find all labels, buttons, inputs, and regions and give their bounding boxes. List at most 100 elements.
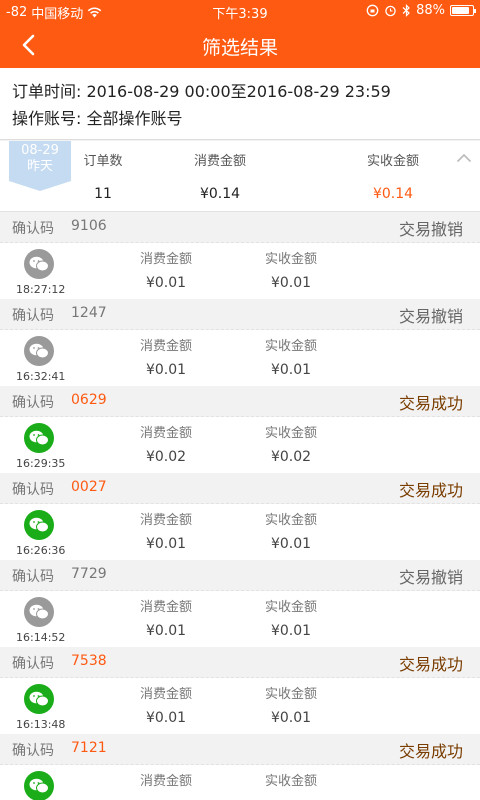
- order-count: 订单数 11: [78, 150, 128, 202]
- wechat-pay-icon: [24, 336, 54, 366]
- confirmation-code: 9106: [71, 218, 107, 234]
- record-header: 确认码 9106 交易撤销: [0, 212, 480, 243]
- spend-value: ¥0.01: [145, 623, 187, 639]
- received-amount: 实收金额: [246, 770, 336, 797]
- code-label: 确认码: [12, 308, 54, 324]
- received-amount: 实收金额 ¥0.01: [246, 248, 336, 291]
- operator-account: 操作账号: 全部操作账号: [12, 109, 183, 128]
- date-tag: 08-29 昨天: [9, 141, 71, 191]
- record-body: 16:26:36 消费金额 ¥0.01 实收金额 ¥0.01: [0, 504, 480, 560]
- order-time-range: 订单时间: 2016-08-29 00:00至2016-08-29 23:59: [12, 82, 391, 101]
- record-header: 确认码 7121 交易成功: [0, 734, 480, 765]
- alarm-icon: [385, 5, 396, 17]
- transaction-status: 交易成功: [398, 394, 463, 413]
- spend-amount: 消费金额 ¥0.01: [121, 248, 211, 291]
- received-amount: 实收金额 ¥0.02: [246, 422, 336, 465]
- received-amount: 实收金额 ¥0.01: [246, 509, 336, 552]
- received-total-label: 实收金额: [366, 154, 419, 169]
- transaction-record[interactable]: 确认码 7121 交易成功 消费金额 实收金额: [0, 733, 480, 800]
- confirmation-code: 7121: [71, 740, 107, 756]
- record-header: 确认码 1247 交易撤销: [0, 299, 480, 330]
- transaction-status: 交易成功: [398, 481, 463, 500]
- spend-amount: 消费金额 ¥0.01: [121, 596, 211, 639]
- spend-total-label: 消费金额: [193, 154, 246, 169]
- transaction-record[interactable]: 确认码 1247 交易撤销 16:32:41 消费金额 ¥0.01 实收金额 ¥…: [0, 298, 480, 386]
- transaction-status: 交易撤销: [398, 568, 463, 587]
- record-body: 16:14:52 消费金额 ¥0.01 实收金额 ¥0.01: [0, 591, 480, 647]
- record-header: 确认码 7538 交易成功: [0, 647, 480, 678]
- spend-total-value: ¥0.14: [199, 186, 241, 202]
- spend-label: 消费金额: [139, 774, 192, 789]
- received-total-value: ¥0.14: [372, 186, 414, 202]
- spend-label: 消费金额: [139, 600, 192, 615]
- received-amount: 实收金额 ¥0.01: [246, 683, 336, 726]
- record-body: 16:29:35 消费金额 ¥0.02 实收金额 ¥0.02: [0, 417, 480, 473]
- bluetooth-icon: [402, 4, 410, 17]
- record-body: 16:32:41 消费金额 ¥0.01 实收金额 ¥0.01: [0, 330, 480, 386]
- filter-criteria: 订单时间: 2016-08-29 00:00至2016-08-29 23:59 …: [0, 68, 480, 140]
- spend-amount: 消费金额 ¥0.01: [121, 335, 211, 378]
- code-label: 确认码: [12, 656, 54, 672]
- code-label: 确认码: [12, 221, 54, 237]
- wechat-pay-icon: [24, 684, 54, 714]
- transaction-time: 16:32:41: [16, 370, 66, 383]
- day-label: 昨天: [26, 159, 53, 174]
- spend-value: ¥0.01: [145, 362, 187, 378]
- transaction-status: 交易成功: [398, 655, 463, 674]
- nav-bar: 筛选结果: [0, 22, 480, 68]
- transaction-list: 确认码 9106 交易撤销 18:27:12 消费金额 ¥0.01 实收金额 ¥…: [0, 211, 480, 800]
- record-header: 确认码 0027 交易成功: [0, 473, 480, 504]
- received-value: ¥0.01: [270, 362, 312, 378]
- code-label: 确认码: [12, 743, 54, 759]
- transaction-record[interactable]: 确认码 7729 交易撤销 16:14:52 消费金额 ¥0.01 实收金额 ¥…: [0, 559, 480, 647]
- transaction-time: 16:29:35: [16, 457, 66, 470]
- transaction-status: 交易成功: [398, 742, 463, 761]
- order-count-label: 订单数: [83, 154, 123, 169]
- wechat-pay-icon: [24, 423, 54, 453]
- order-count-value: 11: [94, 186, 112, 202]
- transaction-record[interactable]: 确认码 7538 交易成功 16:13:48 消费金额 ¥0.01 实收金额 ¥…: [0, 646, 480, 734]
- received-label: 实收金额: [264, 687, 317, 702]
- spend-label: 消费金额: [139, 426, 192, 441]
- record-header: 确认码 7729 交易撤销: [0, 560, 480, 591]
- transaction-time: 18:27:12: [16, 283, 66, 296]
- received-amount: 实收金额 ¥0.01: [246, 335, 336, 378]
- received-total: 实收金额 ¥0.14: [353, 150, 433, 202]
- transaction-record[interactable]: 确认码 0027 交易成功 16:26:36 消费金额 ¥0.01 实收金额 ¥…: [0, 472, 480, 560]
- battery-icon: [450, 5, 476, 16]
- transaction-record[interactable]: 确认码 9106 交易撤销 18:27:12 消费金额 ¥0.01 实收金额 ¥…: [0, 211, 480, 299]
- page-title: 筛选结果: [201, 37, 278, 59]
- wechat-pay-icon: [24, 771, 54, 800]
- transaction-time: 16:13:48: [16, 718, 66, 731]
- wechat-pay-icon: [24, 510, 54, 540]
- chevron-up-icon[interactable]: [456, 153, 472, 163]
- received-label: 实收金额: [264, 252, 317, 267]
- code-label: 确认码: [12, 395, 54, 411]
- transaction-record[interactable]: 确认码 0629 交易成功 16:29:35 消费金额 ¥0.02 实收金额 ¥…: [0, 385, 480, 473]
- wechat-pay-icon: [24, 249, 54, 279]
- transaction-time: 16:14:52: [16, 631, 66, 644]
- received-label: 实收金额: [264, 426, 317, 441]
- date-label: 08-29: [21, 143, 59, 158]
- spend-value: ¥0.02: [145, 449, 187, 465]
- received-label: 实收金额: [264, 600, 317, 615]
- spend-value: ¥0.01: [145, 536, 187, 552]
- confirmation-code: 7729: [71, 566, 107, 582]
- record-body: 消费金额 实收金额: [0, 765, 480, 800]
- day-summary[interactable]: 08-29 昨天 订单数 11 消费金额 ¥0.14 实收金额 ¥0.14: [0, 141, 480, 211]
- spend-amount: 消费金额: [121, 770, 211, 797]
- received-value: ¥0.01: [270, 536, 312, 552]
- record-body: 16:13:48 消费金额 ¥0.01 实收金额 ¥0.01: [0, 678, 480, 734]
- received-value: ¥0.02: [270, 449, 312, 465]
- confirmation-code: 0629: [71, 392, 107, 408]
- confirmation-code: 7538: [71, 653, 107, 669]
- spend-amount: 消费金额 ¥0.01: [121, 683, 211, 726]
- spend-label: 消费金额: [139, 513, 192, 528]
- confirmation-code: 1247: [71, 305, 107, 321]
- code-label: 确认码: [12, 569, 54, 585]
- received-label: 实收金额: [264, 513, 317, 528]
- spend-amount: 消费金额 ¥0.02: [121, 422, 211, 465]
- received-value: ¥0.01: [270, 275, 312, 291]
- spend-label: 消费金额: [139, 687, 192, 702]
- received-value: ¥0.01: [270, 710, 312, 726]
